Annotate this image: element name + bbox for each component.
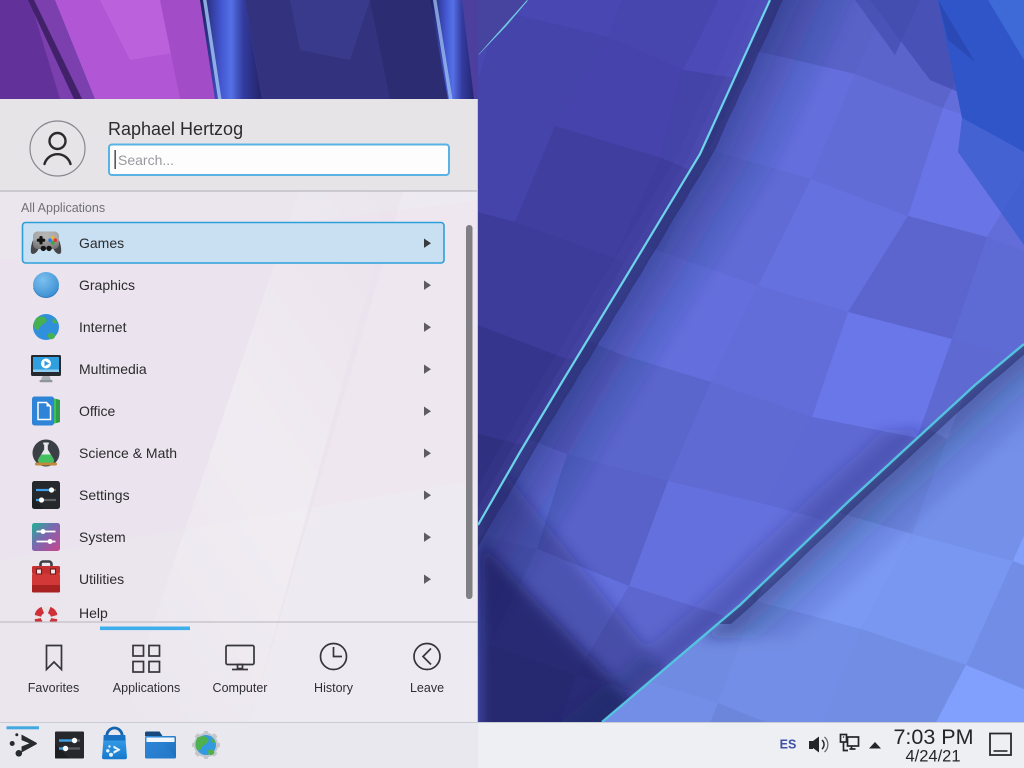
svg-text:Games: Games (79, 235, 124, 251)
svg-text:Multimedia: Multimedia (79, 361, 147, 377)
svg-text:4/24/21: 4/24/21 (905, 748, 960, 766)
svg-text:Office: Office (79, 403, 116, 419)
svg-text:Computer: Computer (213, 681, 268, 695)
svg-text:Help: Help (79, 605, 108, 621)
svg-text:7:03 PM: 7:03 PM (893, 725, 973, 749)
svg-text:ES: ES (780, 738, 797, 752)
svg-text:Applications: Applications (113, 681, 180, 695)
svg-text:Science & Math: Science & Math (79, 445, 177, 461)
svg-text:Favorites: Favorites (28, 681, 79, 695)
svg-text:Search...: Search... (118, 152, 174, 168)
svg-text:Settings: Settings (79, 487, 130, 503)
svg-text:Raphael Hertzog: Raphael Hertzog (108, 119, 243, 139)
svg-text:All Applications: All Applications (21, 201, 105, 215)
svg-text:Utilities: Utilities (79, 571, 124, 587)
svg-text:Leave: Leave (410, 681, 444, 695)
svg-text:Internet: Internet (79, 319, 127, 335)
svg-text:History: History (314, 681, 354, 695)
svg-text:Graphics: Graphics (79, 277, 135, 293)
svg-text:System: System (79, 529, 126, 545)
